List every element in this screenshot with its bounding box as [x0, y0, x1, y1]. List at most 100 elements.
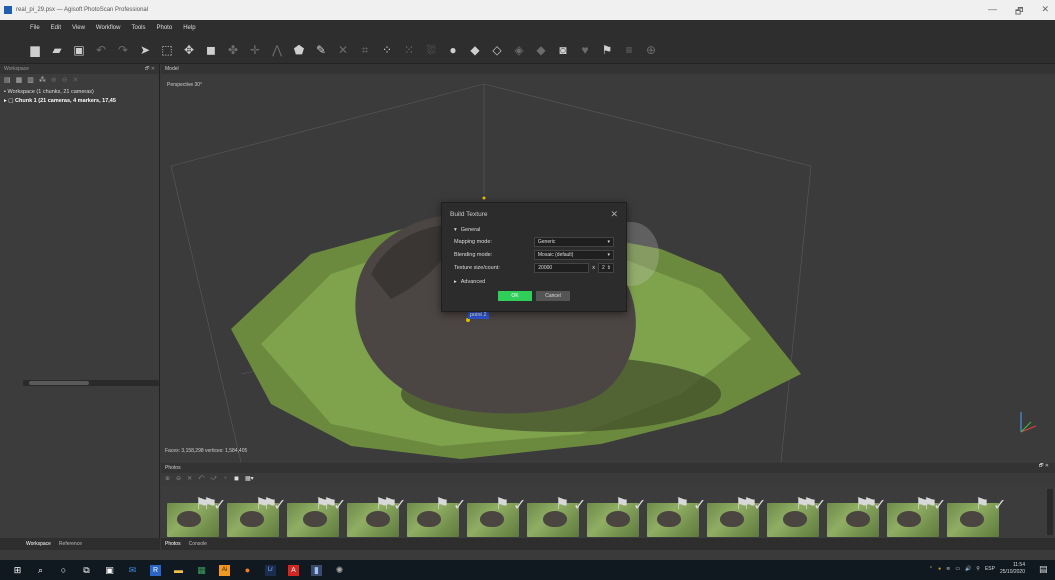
dem-icon[interactable]: ◆ [534, 43, 548, 57]
axis-icon[interactable]: ⊕ [644, 43, 658, 57]
search-icon[interactable]: ⌕ [35, 565, 46, 576]
battery-icon[interactable]: ▭ [955, 566, 960, 572]
firefox-icon[interactable]: ● [242, 565, 253, 576]
region-icon[interactable]: ◼ [204, 43, 218, 57]
tab-reference[interactable]: Reference [59, 541, 82, 547]
maximize-button[interactable]: 🗗 [1015, 4, 1023, 20]
shapes-icon[interactable]: ♥ [578, 43, 592, 57]
menu-photo[interactable]: Photo [157, 25, 173, 31]
advanced-section-toggle[interactable]: ▸ Advanced [442, 277, 626, 287]
photo-thumbnail[interactable] [947, 503, 999, 537]
menu-tools[interactable]: Tools [131, 25, 145, 31]
workspace-scrollbar[interactable] [23, 380, 159, 386]
zoom-out-icon[interactable]: ⊖ [62, 76, 68, 84]
cortana-icon[interactable]: ○ [58, 565, 69, 576]
rotate-left-icon[interactable]: ⤺ [198, 475, 204, 483]
zoom-out-icon[interactable]: ⊖ [176, 475, 181, 483]
marker-point-label[interactable]: point 2 [468, 312, 489, 319]
view-mode-icon[interactable]: ▦▾ [245, 475, 254, 483]
excel-icon[interactable]: ▦ [196, 565, 207, 576]
panel-float-close-icon[interactable]: 🗗 ✕ [1039, 463, 1049, 471]
remove-icon[interactable]: ✕ [73, 76, 79, 84]
add-chunk-icon[interactable]: ▤ [4, 76, 11, 84]
lightroom-icon[interactable]: Lr [265, 564, 276, 576]
photo-thumbnail[interactable] [467, 503, 519, 537]
photo-thumbnail[interactable] [587, 503, 639, 537]
windows-start-icon[interactable]: ⊞ [12, 565, 23, 576]
photo-thumbnail[interactable] [407, 503, 459, 537]
menu-file[interactable]: File [30, 25, 40, 31]
tree-tool-icon[interactable]: ⁂ [39, 76, 46, 84]
tiled-model-icon[interactable]: ◈ [512, 43, 526, 57]
reset-filter-icon[interactable]: ⁘ [223, 475, 228, 483]
wifi-icon[interactable]: ≋ [946, 566, 950, 572]
marker-icon[interactable]: ✛ [248, 43, 262, 57]
camera-icon[interactable]: ◙ [556, 43, 570, 57]
menu-view[interactable]: View [72, 25, 85, 31]
file-explorer-icon[interactable]: ▬ [173, 565, 184, 576]
shaded-icon[interactable]: ⛆ [424, 43, 438, 57]
photoscan-icon[interactable]: ▮ [311, 564, 322, 576]
delete-selection-icon[interactable]: ✕ [336, 43, 350, 57]
photo-thumbnail[interactable] [647, 503, 699, 537]
view-large-icon[interactable]: ◼ [234, 475, 239, 483]
texture-count-spinner[interactable]: 2 ⇕ [598, 262, 614, 273]
menu-help[interactable]: Help [183, 25, 195, 31]
tab-photos[interactable]: Photos [165, 541, 181, 547]
volume-icon[interactable]: 🔊 [965, 566, 971, 572]
zoom-in-icon[interactable]: ⊕ [51, 76, 57, 84]
rotate-object-icon[interactable]: ✤ [226, 43, 240, 57]
textured-model-icon[interactable]: ◆ [468, 43, 482, 57]
draw-pen-icon[interactable]: ✎ [314, 43, 328, 57]
navigate-pointer-icon[interactable]: ➤ [138, 43, 152, 57]
link-icon[interactable]: ⚲ [976, 566, 980, 572]
move-object-icon[interactable]: ✥ [182, 43, 196, 57]
acrobat-icon[interactable]: A [288, 564, 299, 576]
photos-scrollbar[interactable] [1047, 489, 1053, 535]
blending-mode-select[interactable]: Mosaic (default) ▾ [533, 249, 614, 260]
clock[interactable]: 11:54 25/10/2020 [1000, 562, 1025, 576]
minimize-button[interactable]: — [988, 4, 997, 20]
bug-app-icon[interactable]: ✺ [334, 565, 345, 576]
rotate-right-icon[interactable]: ⤻ [211, 475, 217, 483]
open-folder-icon[interactable]: ▰ [50, 43, 64, 57]
tab-console[interactable]: Console [189, 541, 207, 547]
panel-float-close-icon[interactable]: 🗗 ✕ [145, 66, 155, 72]
polygon-icon[interactable]: ⬟ [292, 43, 306, 57]
flag-icon[interactable]: ⚑ [600, 43, 614, 57]
menu-workflow[interactable]: Workflow [96, 25, 121, 31]
point-cloud-icon[interactable]: ⁘ [380, 43, 394, 57]
mapping-mode-select[interactable]: Generic ▾ [533, 236, 614, 247]
grid-icon[interactable]: ≡ [622, 43, 636, 57]
texture-size-input[interactable]: 20000 [534, 262, 590, 273]
photo-thumbnail[interactable] [527, 503, 579, 537]
ruler-icon[interactable]: ⋀ [270, 43, 284, 57]
network-app-icon[interactable]: ● [938, 566, 941, 572]
add-photos-icon[interactable]: ▦ [16, 76, 23, 84]
notification-icon[interactable]: ▤ [1039, 564, 1049, 576]
wireframe-icon[interactable]: ◇ [490, 43, 504, 57]
save-icon[interactable]: ▣ [72, 43, 86, 57]
language-indicator[interactable]: ESP [985, 566, 995, 572]
cancel-button[interactable]: Cancel [536, 291, 570, 301]
remove-icon[interactable]: ✕ [187, 475, 192, 483]
show-hidden-icons-icon[interactable]: ⌃ [929, 566, 933, 572]
dense-cloud-icon[interactable]: ⁙ [402, 43, 416, 57]
dialog-close-icon[interactable]: ✕ [610, 209, 618, 220]
chunk-item[interactable]: ▸ ▢ Chunk 1 (21 cameras, 4 markers, 17,4… [4, 97, 155, 106]
task-view-icon[interactable]: ⧉ [81, 565, 92, 576]
solid-model-icon[interactable]: ● [446, 43, 460, 57]
close-button[interactable]: ✕ [1041, 4, 1049, 20]
rectangle-select-icon[interactable]: ⬚ [160, 43, 174, 57]
redo-icon[interactable]: ↷ [116, 43, 130, 57]
undo-icon[interactable]: ↶ [94, 43, 108, 57]
add-folder-icon[interactable]: ▥ [27, 76, 34, 84]
zoom-in-icon[interactable]: ⊕ [165, 475, 170, 483]
tab-workspace[interactable]: Workspace [26, 541, 51, 547]
ok-button[interactable]: OK [498, 291, 532, 301]
menu-edit[interactable]: Edit [51, 25, 61, 31]
r-app-icon[interactable]: R [150, 564, 161, 576]
illustrator-icon[interactable]: Ai [219, 564, 230, 576]
mail-icon[interactable]: ✉ [127, 565, 138, 576]
workspace-root-item[interactable]: ▪ Workspace (1 chunks, 21 cameras) [4, 88, 155, 97]
